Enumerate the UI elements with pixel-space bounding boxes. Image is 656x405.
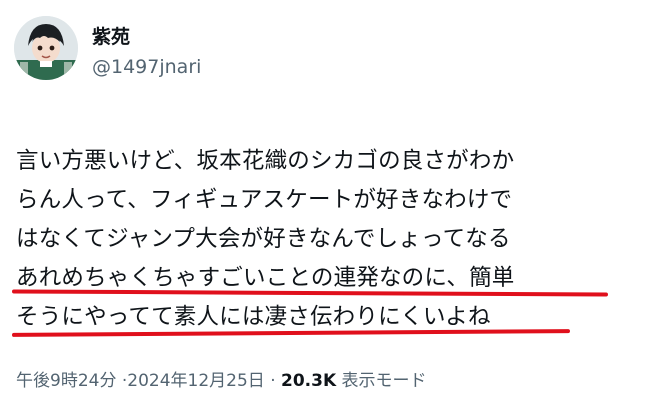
tweet-time[interactable]: 午後9時24分: [16, 371, 116, 391]
author-handle[interactable]: @1497jnari: [92, 56, 201, 78]
avatar[interactable]: [14, 16, 78, 80]
tweet-text: 言い方悪いけど、坂本花織のシカゴの良さがわか らん人って、フィギュアスケートが好…: [16, 142, 644, 337]
meta-separator: ·: [116, 371, 128, 391]
tweet-metadata: 午後9時24分 ·2024年12月25日 · 20.3K 表示モード: [16, 366, 427, 391]
tweet-text-line: らん人って、フィギュアスケートが好きなわけで: [16, 187, 513, 213]
author-display-name[interactable]: 紫苑: [92, 22, 130, 49]
tweet-text-line: はなくてジャンプ大会が好きなんでしょってなる: [16, 226, 511, 252]
meta-separator: ·: [264, 371, 282, 391]
avatar-illustration: [14, 16, 78, 80]
tweet-date[interactable]: 2024年12月25日: [127, 371, 265, 391]
view-count: 20.3K: [281, 371, 337, 391]
tweet-text-line: 言い方悪いけど、坂本花織のシカゴの良さがわか: [16, 148, 515, 174]
view-count-label: 表示モード: [336, 371, 427, 391]
